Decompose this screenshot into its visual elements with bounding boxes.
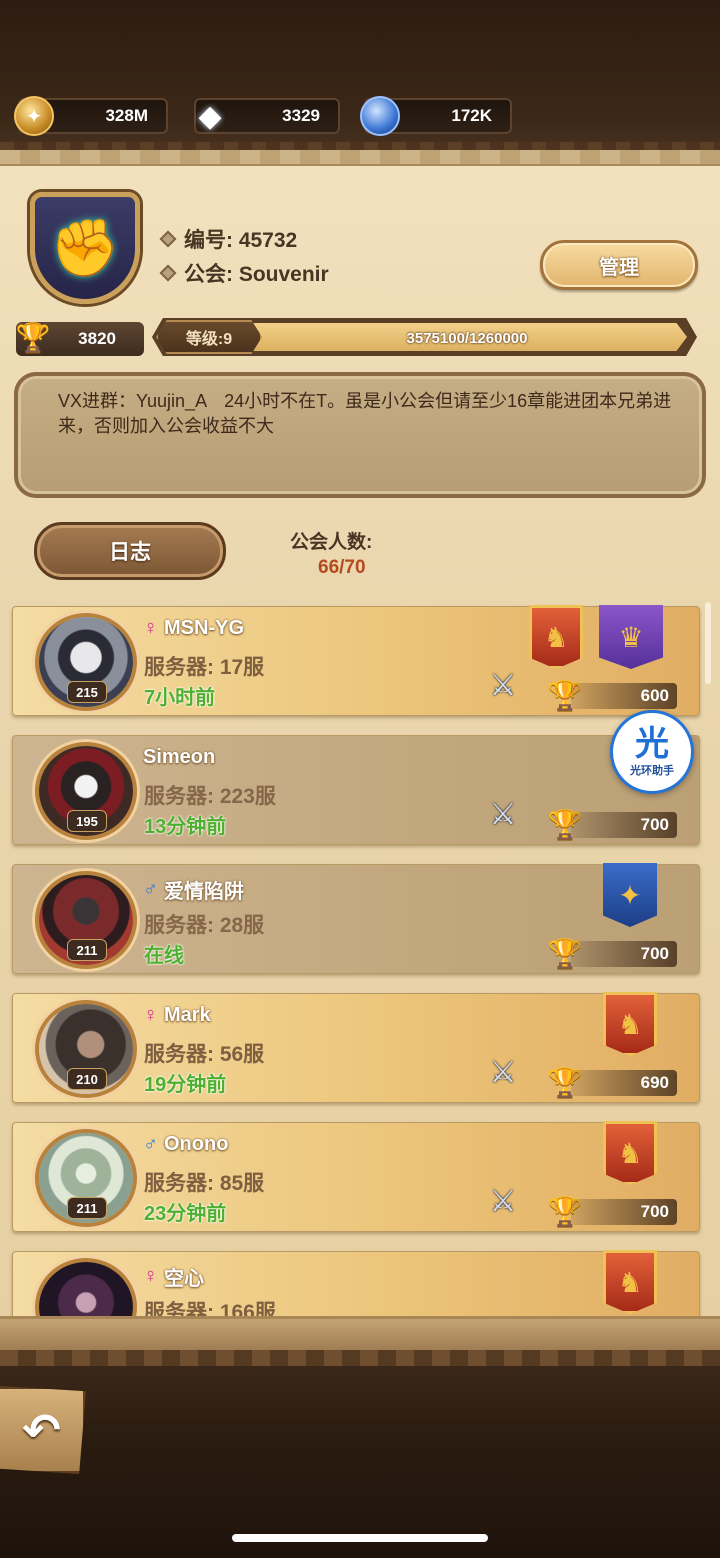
blue-orb-icon <box>360 96 400 136</box>
member-row[interactable]: ♀ 空心 服务器: 166服 ♞ <box>12 1250 700 1316</box>
crossed-swords-icon[interactable]: ⚔ <box>483 1181 523 1221</box>
male-icon: ♂ <box>143 878 158 900</box>
member-server: 服务器: 223服 <box>144 785 276 808</box>
guild-name-line: 公会: Souvenir <box>159 258 329 288</box>
member-row[interactable]: 210 ♀ Mark 服务器: 56服 19分钟前 ⚔ 🏆 690 ♞ <box>12 992 700 1103</box>
member-score: 600 <box>571 683 677 709</box>
member-level: 210 <box>67 1068 107 1090</box>
orb-amount: 172K <box>451 106 492 125</box>
diamond-icon: ◆ <box>198 99 222 133</box>
trophy-icon: 🏆 <box>15 321 51 353</box>
member-server: 服务器: 85服 <box>144 1172 265 1195</box>
female-icon: ♀ <box>143 1004 158 1026</box>
trophy-score-value: 3820 <box>78 329 116 348</box>
member-server: 服务器: 166服 <box>144 1301 276 1316</box>
member-count-value: 66/70 <box>318 557 366 578</box>
log-button[interactable]: 日志 <box>34 522 226 580</box>
gold-coin-icon: ✦ <box>14 96 54 136</box>
red-banner-icon: ♞ <box>603 1121 657 1185</box>
guild-id-line: 编号: 45732 <box>159 224 298 254</box>
member-score: 690 <box>571 1070 677 1096</box>
helper-logo-icon: 光 <box>635 725 669 763</box>
member-name-line: ♀ MSN-YG <box>143 617 244 640</box>
gold-currency[interactable]: ✦ 328M <box>14 96 168 136</box>
guild-trophy-score: 🏆 3820 <box>16 322 144 356</box>
panel-top-border <box>0 150 720 166</box>
member-name: Onono <box>164 1133 229 1155</box>
guild-emblem[interactable]: ✊ <box>30 192 140 304</box>
member-score: 700 <box>571 1199 677 1225</box>
red-banner-icon: ♞ <box>603 1250 657 1314</box>
member-last-seen: 19分钟前 <box>144 1074 227 1096</box>
member-name: 空心 <box>164 1268 204 1290</box>
member-row[interactable]: 195 Simeon 服务器: 223服 13分钟前 ⚔ 🏆 700 <box>12 735 700 845</box>
fist-icon: ✊ <box>50 216 120 279</box>
helper-badge[interactable]: 光 光环助手 <box>610 710 694 794</box>
guild-id: 编号: 45732 <box>184 229 298 252</box>
member-avatar[interactable] <box>35 1258 137 1316</box>
member-level: 215 <box>67 681 107 703</box>
member-name: MSN-YG <box>164 617 244 639</box>
member-level: 195 <box>67 810 107 832</box>
member-name-line: ♂ 爱情陷阱 <box>143 875 244 904</box>
back-arrow-icon: ↶ <box>22 1404 61 1456</box>
crossed-swords-icon[interactable]: ⚔ <box>483 665 523 705</box>
red-banner-icon: ♞ <box>529 605 583 669</box>
member-last-seen: 7小时前 <box>144 687 216 709</box>
member-last-seen: 13分钟前 <box>144 816 227 838</box>
bottom-bar <box>0 1366 720 1558</box>
crossed-swords-icon[interactable]: ⚔ <box>483 1052 523 1092</box>
member-name: Mark <box>164 1004 211 1026</box>
panel-bottom-border <box>0 1316 720 1366</box>
back-button[interactable]: ↶ <box>0 1386 86 1474</box>
member-level: 211 <box>67 939 107 961</box>
orb-currency[interactable]: 172K <box>360 96 512 136</box>
member-row[interactable]: 211 ♂ Onono 服务器: 85服 23分钟前 ⚔ 🏆 700 ♞ <box>12 1121 700 1232</box>
member-count-label: 公会人数: <box>290 532 373 553</box>
member-server: 服务器: 28服 <box>144 914 265 937</box>
member-server: 服务器: 56服 <box>144 1043 265 1066</box>
member-score: 700 <box>571 941 677 967</box>
member-last-seen: 23分钟前 <box>144 1203 227 1225</box>
member-row[interactable]: 211 ♂ 爱情陷阱 服务器: 28服 在线 🏆 700 ✦ <box>12 863 700 974</box>
list-scrollbar[interactable] <box>705 602 711 684</box>
gold-amount: 328M <box>105 106 148 125</box>
top-resource-bar <box>0 0 720 160</box>
member-name: 爱情陷阱 <box>164 881 244 903</box>
guild-level: 等级:9 <box>156 320 262 354</box>
member-last-seen: 在线 <box>144 945 184 967</box>
male-icon: ♂ <box>143 1133 158 1155</box>
bullet-icon <box>159 230 177 248</box>
blue-banner-icon: ✦ <box>603 863 657 927</box>
crossed-swords-icon[interactable]: ⚔ <box>483 794 523 834</box>
manage-button[interactable]: 管理 <box>540 240 698 290</box>
bullet-icon <box>159 264 177 282</box>
diamond-amount: 3329 <box>282 106 320 125</box>
member-server: 服务器: 17服 <box>144 656 265 679</box>
crown-banner-icon: ♛ <box>599 605 663 669</box>
member-name: Simeon <box>143 746 216 768</box>
guild-name: 公会: Souvenir <box>184 263 329 286</box>
member-name-line: ♂ Onono <box>143 1133 228 1156</box>
member-level: 211 <box>67 1197 107 1219</box>
female-icon: ♀ <box>143 617 158 639</box>
diamond-currency[interactable]: ◆ 3329 <box>194 98 340 134</box>
member-score: 700 <box>571 812 677 838</box>
member-row[interactable]: 215 ♀ MSN-YG 服务器: 17服 7小时前 ⚔ 🏆 600 ♞ ♛ <box>12 605 700 716</box>
helper-label: 光环助手 <box>630 765 674 777</box>
member-name-line: Simeon <box>143 746 215 769</box>
red-banner-icon: ♞ <box>603 992 657 1056</box>
member-list[interactable]: 215 ♀ MSN-YG 服务器: 17服 7小时前 ⚔ 🏆 600 ♞ ♛ 1… <box>0 600 720 1316</box>
home-indicator[interactable] <box>232 1534 488 1542</box>
female-icon: ♀ <box>143 1265 158 1287</box>
member-name-line: ♀ 空心 <box>143 1262 204 1291</box>
level-exp-text: 3575100/1260000 <box>406 329 528 347</box>
member-name-line: ♀ Mark <box>143 1004 211 1027</box>
guild-announcement[interactable]: VX进群：Yuujin_A 24小时不在T。虽是小公会但请至少16章能进团本兄弟… <box>14 372 706 498</box>
